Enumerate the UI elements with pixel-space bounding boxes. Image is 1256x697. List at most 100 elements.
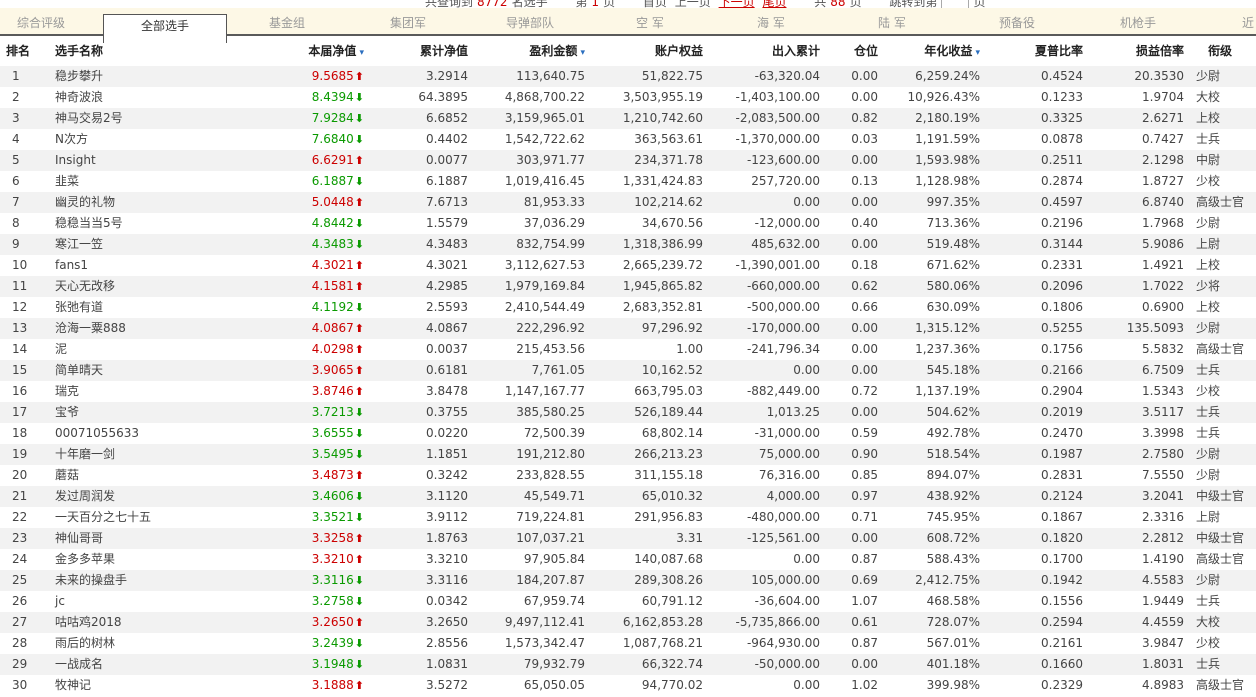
table-row[interactable]: 6 韭菜 6.1887⬇ 6.1887 1,019,416.45 1,331,424.83… [0, 171, 1256, 192]
name-cell[interactable]: 十年磨一剑 [55, 444, 255, 465]
table-row[interactable]: 14 泥 4.0298⬆ 0.0037 215,453.56 1.00 -241,796.3… [0, 339, 1256, 360]
tab-0[interactable]: 综合评级 [17, 8, 65, 34]
name-cell[interactable]: 泥 [55, 339, 255, 360]
table-row[interactable]: 18 00071055633 3.6555⬇ 0.0220 72,500.39 68,80… [0, 423, 1256, 444]
name-cell[interactable]: 一战成名 [55, 654, 255, 675]
nav-value: 6.6291 [311, 153, 354, 167]
table-row[interactable]: 20 蘑菇 3.4873⬆ 0.3242 233,828.55 311,155.18 76,… [0, 465, 1256, 486]
tab-2[interactable]: 基金组 [269, 8, 305, 34]
column-header-2[interactable]: 本届净值 [250, 36, 364, 68]
tab-7[interactable]: 陆 军 [878, 8, 906, 34]
name-cell[interactable]: fans1 [55, 255, 255, 276]
annual-cell: 1,191.59% [915, 132, 980, 146]
table-row[interactable]: 21 发过周润发 3.4606⬇ 3.1120 45,549.71 65,010.32 4,… [0, 486, 1256, 507]
pos-cell: 0.00 [851, 342, 878, 356]
column-header-8[interactable]: 年化收益 [880, 36, 980, 68]
pos-cell: 0.90 [851, 447, 878, 461]
name-cell[interactable]: 发过周润发 [55, 486, 255, 507]
sharpe-cell: 0.3144 [1041, 237, 1083, 251]
table-row[interactable]: 15 简单晴天 3.9065⬆ 0.6181 7,761.05 10,162.52 0.00… [0, 360, 1256, 381]
last-page-link[interactable]: 尾页 [762, 0, 786, 8]
name-cell[interactable]: 宝爷 [55, 402, 255, 423]
table-row[interactable]: 12 张弛有道 4.1192⬇ 2.5593 2,410,544.49 2,683,352… [0, 297, 1256, 318]
table-row[interactable]: 19 十年磨一剑 3.5495⬇ 1.1851 191,212.80 266,213.23… [0, 444, 1256, 465]
table-row[interactable]: 8 稳稳当当5号 4.8442⬇ 1.5579 37,036.29 34,670.56 -1… [0, 213, 1256, 234]
name-cell[interactable]: Insight [55, 150, 255, 171]
table-row[interactable]: 30 牧神记 3.1888⬆ 3.5272 65,050.05 94,770.02 0.00… [0, 675, 1256, 696]
table-row[interactable]: 2 神奇波浪 8.4394⬇ 64.3895 4,868,700.22 3,503,955… [0, 87, 1256, 108]
table-row[interactable]: 25 未来的操盘手 3.3116⬇ 3.3116 184,207.87 289,308.2… [0, 570, 1256, 591]
table-row[interactable]: 10 fans1 4.3021⬆ 4.3021 3,112,627.53 2,665,23… [0, 255, 1256, 276]
arrow-up-icon: ⬆ [354, 280, 364, 293]
table-row[interactable]: 9 寒江一笠 4.3483⬇ 4.3483 832,754.99 1,318,386.99… [0, 234, 1256, 255]
sharpe-cell: 0.2331 [1041, 258, 1083, 272]
table-row[interactable]: 28 雨后的树林 3.2439⬇ 2.8556 1,573,342.47 1,087,76… [0, 633, 1256, 654]
name-cell[interactable]: 沧海一粟888 [55, 318, 255, 339]
tab-4[interactable]: 导弹部队 [506, 8, 554, 34]
flow-cell: 257,720.00 [751, 174, 820, 188]
name-cell[interactable]: 瑞克 [55, 381, 255, 402]
table-row[interactable]: 29 一战成名 3.1948⬇ 1.0831 79,932.79 66,322.74 -50… [0, 654, 1256, 675]
name-cell[interactable]: N次方 [55, 129, 255, 150]
sharpe-cell: 0.2904 [1041, 384, 1083, 398]
table-row[interactable]: 11 天心无改移 4.1581⬆ 4.2985 1,979,169.84 1,945,86… [0, 276, 1256, 297]
grade-cell: 少尉 [1196, 321, 1221, 335]
name-cell[interactable]: 简单晴天 [55, 360, 255, 381]
table-row[interactable]: 17 宝爷 3.7213⬇ 0.3755 385,580.25 526,189.44 1,0… [0, 402, 1256, 423]
table-row[interactable]: 24 金多多苹果 3.3210⬆ 3.3210 97,905.84 140,087.68 0… [0, 549, 1256, 570]
sharpe-cell: 0.1987 [1041, 447, 1083, 461]
name-cell[interactable]: 稳步攀升 [55, 66, 255, 87]
name-cell[interactable]: 神奇波浪 [55, 87, 255, 108]
name-cell[interactable]: 00071055633 [55, 423, 255, 444]
profit-cell: 1,019,416.45 [504, 174, 585, 188]
table-row[interactable]: 22 一天百分之七十五 3.3521⬇ 3.9112 719,224.81 291,956… [0, 507, 1256, 528]
table-row[interactable]: 4 N次方 7.6840⬇ 0.4402 1,542,722.62 363,563.61-… [0, 129, 1256, 150]
name-cell[interactable]: 蘑菇 [55, 465, 255, 486]
annual-cell: 588.43% [926, 552, 980, 566]
column-header-11: 衔级 [1208, 44, 1233, 58]
name-cell[interactable]: jc [55, 591, 255, 612]
table-row[interactable]: 13 沧海一粟888 4.0867⬆ 4.0867 222,296.92 97,296.9… [0, 318, 1256, 339]
equity-cell: 289,308.26 [634, 573, 703, 587]
tab-8[interactable]: 预备役 [999, 8, 1035, 34]
name-cell[interactable]: 寒江一笠 [55, 234, 255, 255]
name-cell[interactable]: 雨后的树林 [55, 633, 255, 654]
name-cell[interactable]: 神仙哥哥 [55, 528, 255, 549]
table-row[interactable]: 7 幽灵的礼物 5.0448⬆ 7.6713 81,953.33 102,214.62 0.… [0, 192, 1256, 213]
sharpe-cell: 0.2019 [1041, 405, 1083, 419]
name-cell[interactable]: 未来的操盘手 [55, 570, 255, 591]
jump-page-input[interactable] [941, 0, 970, 8]
table-row[interactable]: 16 瑞克 3.8746⬆ 3.8478 1,147,167.77 663,795.03-… [0, 381, 1256, 402]
column-header-4[interactable]: 盈利金额 [470, 36, 585, 68]
first-page-link[interactable]: 首页 [643, 0, 667, 8]
name-cell[interactable]: 韭菜 [55, 171, 255, 192]
table-row[interactable]: 3 神马交易2号 7.9284⬇ 6.6852 3,159,965.01 1,210,74… [0, 108, 1256, 129]
name-cell[interactable]: 张弛有道 [55, 297, 255, 318]
name-cell[interactable]: 金多多苹果 [55, 549, 255, 570]
tab-9[interactable]: 机枪手 [1120, 8, 1156, 34]
tab-6[interactable]: 海 军 [757, 8, 785, 34]
table-row[interactable]: 27 咕咕鸡2018 3.2650⬆ 3.2650 9,497,112.41 6,162,… [0, 612, 1256, 633]
name-cell[interactable]: 幽灵的礼物 [55, 192, 255, 213]
tab-3[interactable]: 集团军 [390, 8, 426, 34]
name-cell[interactable]: 咕咕鸡2018 [55, 612, 255, 633]
rank-cell: 25 [12, 573, 28, 587]
pages-suffix: 页 [849, 0, 862, 8]
name-cell[interactable]: 一天百分之七十五 [55, 507, 255, 528]
pos-cell: 0.00 [851, 363, 878, 377]
table-row[interactable]: 23 神仙哥哥 3.3258⬆ 1.8763 107,037.21 3.31 -125,56… [0, 528, 1256, 549]
table-row[interactable]: 26 jc 3.2758⬇ 0.0342 67,959.74 60,791.12 -36,6… [0, 591, 1256, 612]
next-page-link[interactable]: 下一页 [719, 0, 755, 8]
name-cell[interactable]: 稳稳当当5号 [55, 213, 255, 234]
equity-cell: 3,503,955.19 [622, 90, 703, 104]
table-row[interactable]: 5 Insight 6.6291⬆ 0.0077 303,971.77 234,371.7… [0, 150, 1256, 171]
ratio-cell: 1.8031 [1142, 657, 1184, 671]
prev-page-link[interactable]: 上一页 [675, 0, 711, 8]
name-cell[interactable]: 神马交易2号 [55, 108, 255, 129]
table-row[interactable]: 1 稳步攀升 9.5685⬆ 3.2914 113,640.75 51,822.75 -63… [0, 66, 1256, 87]
tab-5[interactable]: 空 军 [636, 8, 664, 34]
tab-10[interactable]: 近 [1242, 8, 1254, 34]
name-cell[interactable]: 牧神记 [55, 675, 255, 696]
rank-cell: 29 [12, 657, 28, 671]
name-cell[interactable]: 天心无改移 [55, 276, 255, 297]
